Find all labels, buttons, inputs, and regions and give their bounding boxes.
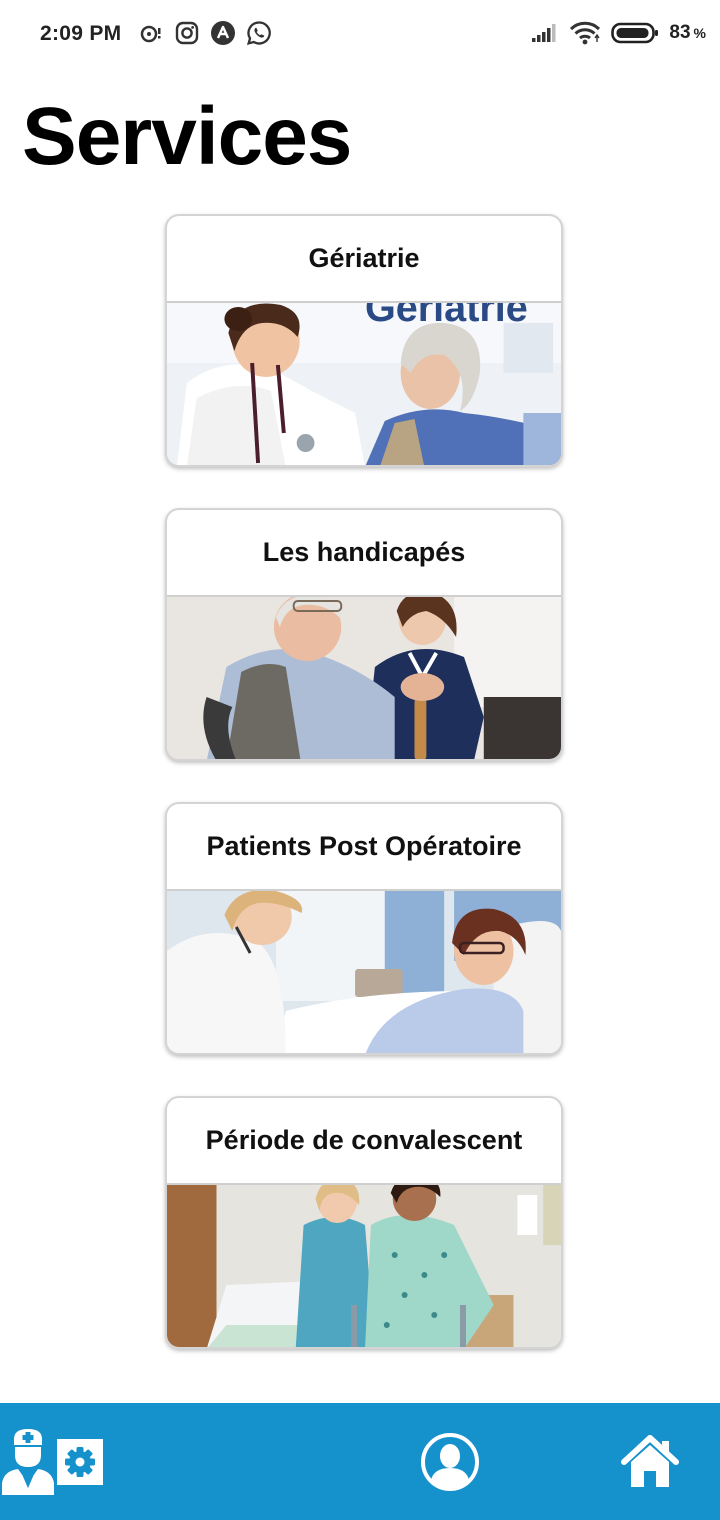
page-title: Services [22, 91, 352, 182]
service-card-title: Gériatrie [167, 216, 561, 303]
battery-icon [611, 21, 659, 45]
nav-nurse[interactable] [0, 1403, 56, 1520]
whatsapp-icon [246, 20, 272, 46]
nurse-icon [0, 1428, 56, 1495]
battery-percent-value: 83 [669, 22, 691, 43]
service-card-title: Période de convalescent [167, 1098, 561, 1185]
service-card-post-operatoire[interactable]: Patients Post Opératoire [165, 802, 563, 1055]
home-icon [621, 1434, 679, 1489]
nav-profile[interactable] [400, 1403, 500, 1520]
battery-percent: 83% [669, 22, 706, 44]
status-notification-icons [138, 20, 272, 46]
nav-home[interactable] [600, 1403, 700, 1520]
wifi-icon [569, 20, 601, 46]
status-time: 2:09 PM [40, 22, 122, 45]
service-card-title: Patients Post Opératoire [167, 804, 561, 891]
battery-percent-unit: % [693, 25, 706, 41]
service-card-geriatrie[interactable]: Gériatrie Geriatrie [165, 214, 563, 467]
profile-icon [420, 1432, 480, 1492]
service-card-title: Les handicapés [167, 510, 561, 597]
status-system-icons: 83% [531, 20, 706, 46]
settings-icon [56, 1436, 104, 1488]
bottom-nav [0, 1403, 720, 1520]
signal-icon [531, 23, 559, 43]
service-card-handicapes[interactable]: Les handicapés [165, 508, 563, 761]
status-bar: 2:09 PM 83% [0, 0, 720, 70]
service-card-image-post-operatoire [167, 891, 561, 1053]
service-card-convalescent[interactable]: Période de convalescent [165, 1096, 563, 1349]
service-card-image-convalescent [167, 1185, 561, 1347]
instagram-icon [174, 20, 200, 46]
service-card-image-handicapes [167, 597, 561, 759]
service-card-image-geriatrie: Geriatrie [167, 303, 561, 465]
notification-icon [138, 20, 164, 46]
app-icon [210, 20, 236, 46]
